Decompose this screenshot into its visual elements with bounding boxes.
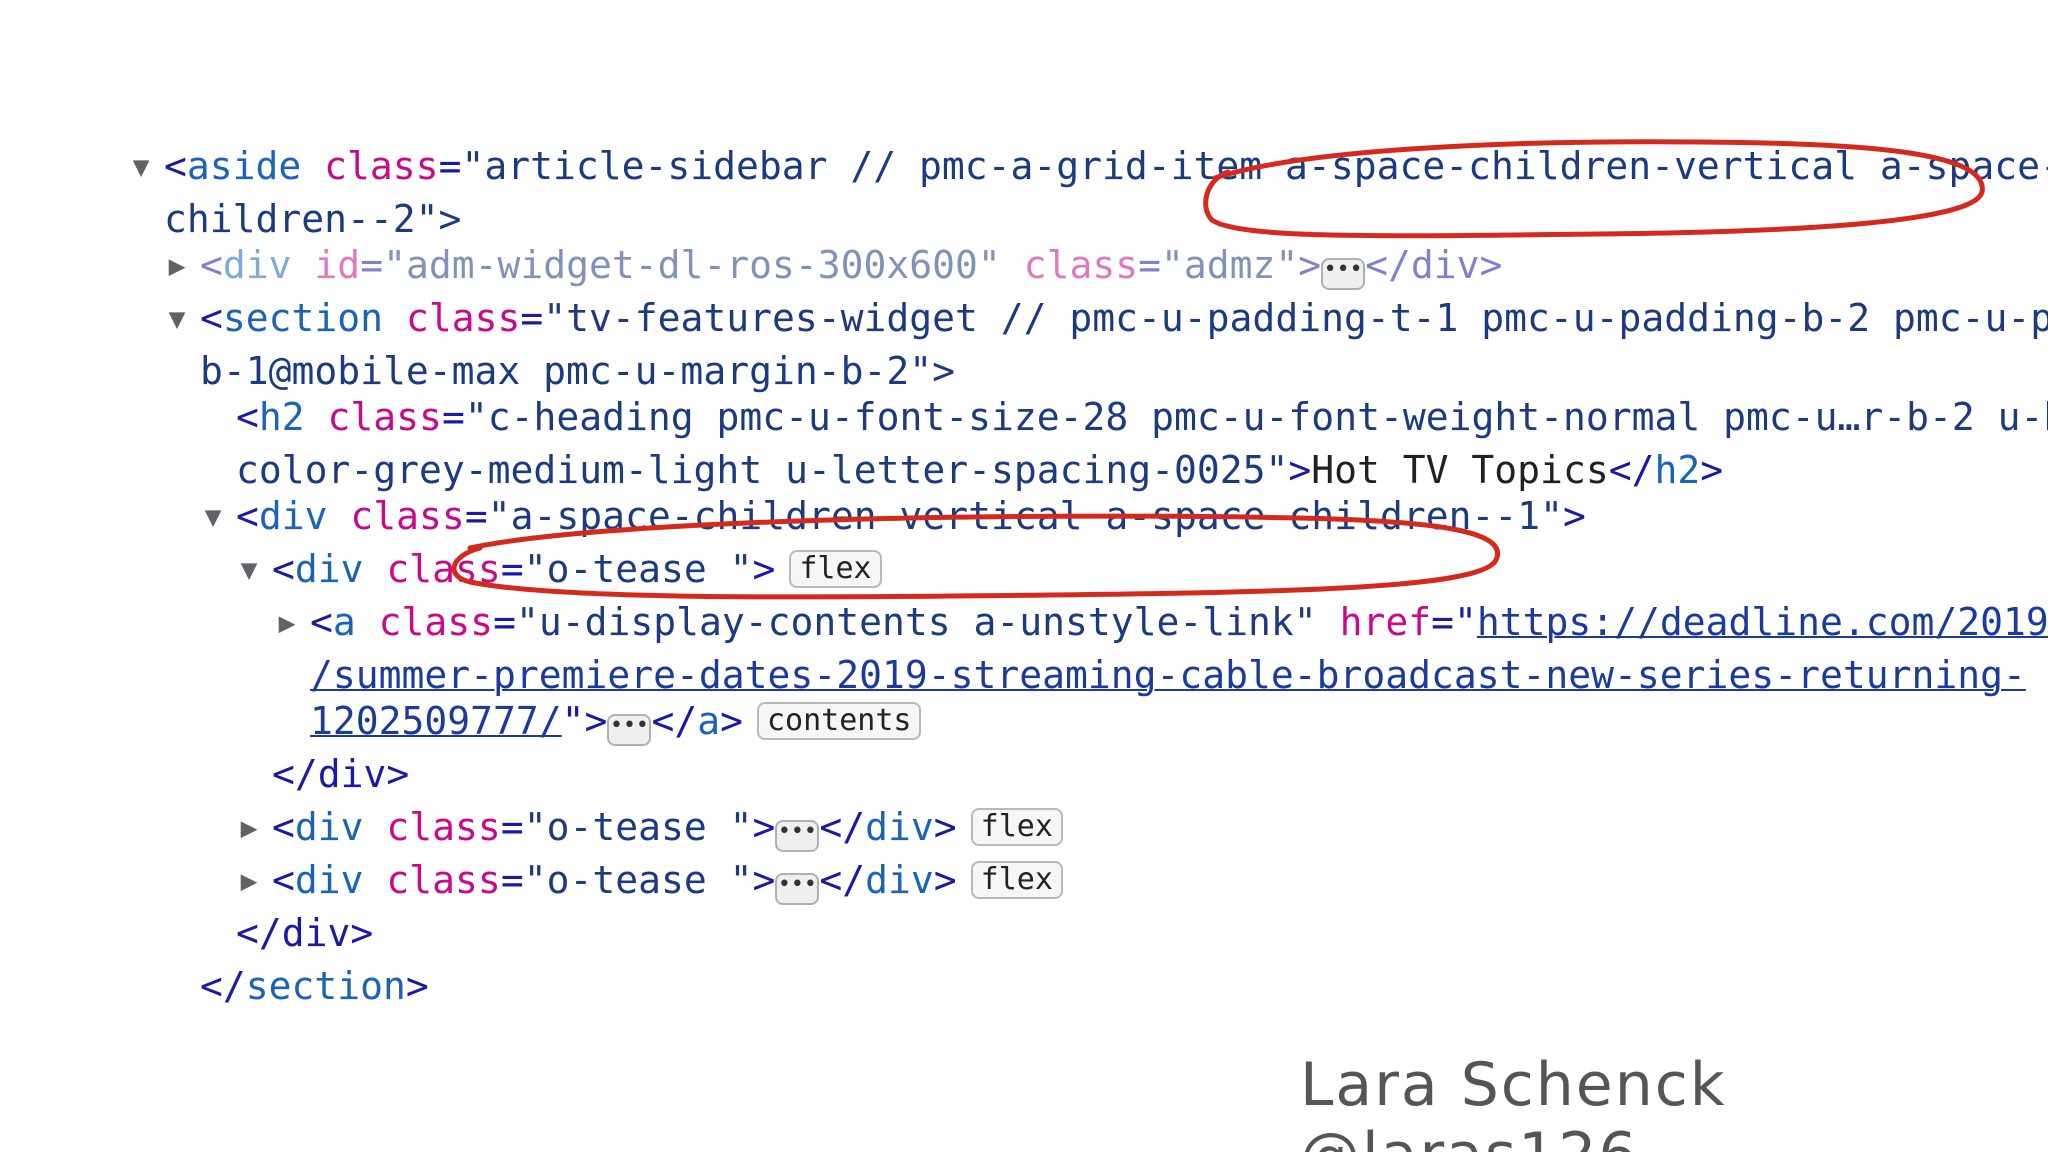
- href-link-continued[interactable]: 1202509777/: [310, 699, 562, 743]
- attr-value-continued: b-1@mobile-max pmc-u-margin-b-2">: [200, 349, 955, 393]
- attr-value: "article-sidebar // pmc-a-grid-item a-sp…: [461, 144, 2048, 188]
- attr-value: "tv-features-widget // pmc-u-padding-t-1…: [543, 296, 2048, 340]
- elements-panel: ▼ <aside class="article-sidebar // pmc-a…: [0, 0, 2048, 1152]
- flex-badge[interactable]: flex: [970, 808, 1063, 846]
- node-section-close: </section>: [200, 964, 429, 1008]
- flex-badge[interactable]: flex: [970, 861, 1063, 899]
- ellipsis-icon[interactable]: •••: [607, 714, 652, 746]
- node-aside-continued: children--2">: [0, 193, 2048, 241]
- attr-name: class: [386, 805, 501, 849]
- closing-tag-name: div: [865, 858, 934, 902]
- triangle-right-icon[interactable]: ▶: [270, 596, 304, 649]
- attr-name: class: [405, 296, 521, 340]
- node-section-continued: b-1@mobile-max pmc-u-margin-b-2">: [0, 345, 2048, 393]
- node-div-close: </div>: [0, 907, 2048, 960]
- triangle-right-icon[interactable]: ▶: [232, 801, 266, 854]
- attr-value: "adm-widget-dl-ros-300x600": [383, 243, 1001, 287]
- attr-name: class: [386, 547, 501, 591]
- tag-name: section: [222, 296, 384, 340]
- attr-name: class: [327, 395, 442, 439]
- node-o-tease[interactable]: ▶ <div class="o-tease "> •••</div> flex: [0, 854, 2048, 907]
- tag-name: aside: [186, 144, 302, 188]
- node-o-tease[interactable]: ▼ <div class="o-tease "> flex: [0, 543, 2048, 596]
- node-section[interactable]: ▼ <section class="tv-features-widget // …: [0, 292, 2048, 345]
- attr-value: "u-display-contents a-unstyle-link": [515, 600, 1317, 644]
- closing-tag: </div>: [1365, 243, 1503, 287]
- tag-name: div: [294, 858, 364, 902]
- closing-tag: </div>: [236, 911, 374, 955]
- node-anchor[interactable]: ▶ <a class="u-display-contents a-unstyle…: [0, 596, 2048, 649]
- dom-tree: ▼ <aside class="article-sidebar // pmc-a…: [0, 140, 2048, 1013]
- ellipsis-icon[interactable]: •••: [1321, 258, 1366, 290]
- attr-name: href: [1339, 600, 1432, 644]
- tag-name: div: [222, 243, 292, 287]
- node-h2[interactable]: <h2 class="c-heading pmc-u-font-size-28 …: [0, 391, 2048, 444]
- attr-value: "a-space-children-vertical a-space-child…: [487, 494, 1563, 538]
- closing-tag-name: a: [697, 699, 721, 743]
- signature: Lara Schenck @laras126: [1300, 1050, 1727, 1152]
- flex-badge[interactable]: flex: [789, 550, 882, 588]
- ellipsis-icon[interactable]: •••: [775, 873, 820, 905]
- closing-tag-name: section: [245, 964, 406, 1008]
- text-node: Hot TV Topics: [1311, 448, 1609, 492]
- attr-name: class: [386, 858, 501, 902]
- triangle-down-icon[interactable]: ▼: [196, 490, 230, 543]
- node-o-tease-close: </div>: [0, 748, 2048, 801]
- attr-name: class: [324, 144, 439, 188]
- attr-name: class: [1023, 243, 1139, 287]
- contents-badge[interactable]: contents: [756, 702, 922, 740]
- triangle-right-icon[interactable]: ▶: [232, 854, 266, 907]
- attr-value: "c-heading pmc-u-font-size-28 pmc-u-font…: [464, 395, 2048, 439]
- attr-value-continued: color-grey-medium-light u-letter-spacing…: [236, 448, 1289, 492]
- attr-value: "admz": [1160, 243, 1299, 287]
- closing-tag-name: div: [865, 805, 934, 849]
- triangle-down-icon[interactable]: ▼: [232, 543, 266, 596]
- node-div-space-children[interactable]: ▼ <div class="a-space-children-vertical …: [0, 490, 2048, 543]
- attr-name: class: [350, 494, 465, 538]
- tag-name: a: [332, 600, 356, 644]
- href-link-continued[interactable]: /summer-premiere-dates-2019-streaming-ca…: [310, 653, 2026, 697]
- node-anchor-continued-2: 1202509777/"> •••</a> contents: [0, 695, 2048, 748]
- tag-name: div: [294, 547, 364, 591]
- attr-value: "o-tease ": [523, 805, 753, 849]
- attr-value-continued: children--2">: [164, 197, 462, 241]
- node-h2-continued: color-grey-medium-light u-letter-spacing…: [236, 448, 1724, 492]
- node-anchor-continued: /summer-premiere-dates-2019-streaming-ca…: [0, 649, 2048, 697]
- tag-name: div: [294, 805, 364, 849]
- attr-value: "o-tease ": [523, 858, 753, 902]
- closing-tag: </div>: [272, 752, 410, 796]
- triangle-right-icon[interactable]: ▶: [160, 239, 194, 292]
- node-aside[interactable]: ▼ <aside class="article-sidebar // pmc-a…: [0, 140, 2048, 193]
- attr-name: class: [378, 600, 494, 644]
- tag-name: h2: [258, 395, 305, 439]
- node-adm-div[interactable]: ▶ <div id="adm-widget-dl-ros-300x600" cl…: [0, 239, 2048, 292]
- href-link[interactable]: https://deadline.com/2019/05: [1477, 600, 2048, 644]
- closing-tag-name: h2: [1654, 448, 1701, 492]
- attr-value: "o-tease ": [523, 547, 753, 591]
- attr-name: id: [314, 243, 361, 287]
- node-o-tease[interactable]: ▶ <div class="o-tease "> •••</div> flex: [0, 801, 2048, 854]
- triangle-down-icon[interactable]: ▼: [124, 140, 158, 193]
- ellipsis-icon[interactable]: •••: [775, 820, 820, 852]
- triangle-down-icon[interactable]: ▼: [160, 292, 194, 345]
- tag-name: div: [258, 494, 328, 538]
